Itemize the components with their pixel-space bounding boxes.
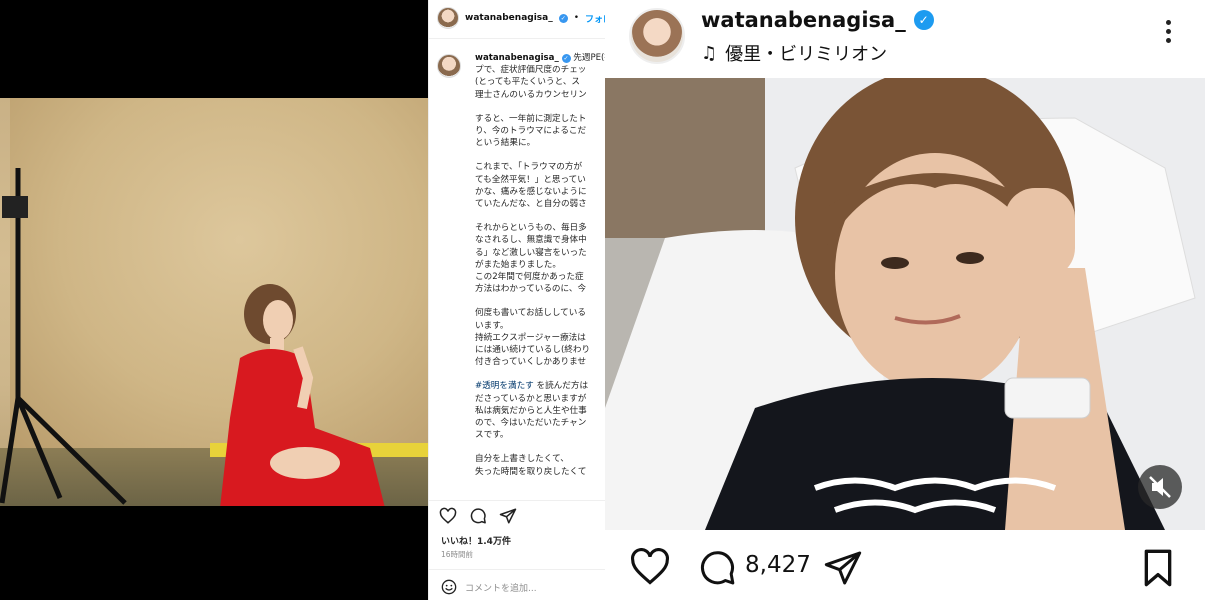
post-header: watanabenagisa_ ✓ • フォロ bbox=[437, 6, 605, 30]
caption-paragraph-2: すると、一年前に測定したト り、今のトラウマによるこだ という結果に。 bbox=[475, 113, 587, 149]
bookmark-icon[interactable] bbox=[1141, 548, 1175, 588]
studio-photo bbox=[0, 98, 428, 506]
more-options-icon[interactable] bbox=[1163, 20, 1173, 50]
verified-badge-icon: ✓ bbox=[561, 54, 571, 63]
caption-paragraph-7: 自分を上書きしたくて、 失った時間を取り戻したくて bbox=[475, 454, 587, 477]
comment-icon[interactable] bbox=[469, 507, 487, 525]
post-actions-bar: 8,427 bbox=[605, 530, 1205, 600]
likes-count[interactable]: いいね！1.4万件 bbox=[441, 534, 511, 547]
heart-icon[interactable] bbox=[629, 548, 671, 586]
music-row[interactable]: ♫ 優里・ビリミリオン bbox=[701, 40, 887, 66]
share-icon[interactable] bbox=[823, 548, 863, 588]
mobile-post-panel: watanabenagisa_ ✓ ♫ 優里・ビリミリオン 8,427 bbox=[605, 0, 1205, 600]
divider bbox=[429, 38, 605, 39]
separator-dot: • bbox=[573, 13, 580, 23]
caption-paragraph-6: #透明を満たす を読んだ方は ださっているかと思いますが 私は病気だからと人生や… bbox=[475, 380, 605, 441]
caption-paragraph-4: それからというもの、毎日多 なされるし、無意識で身体中 る」など激しい寝言をいっ… bbox=[475, 223, 587, 295]
post-header: watanabenagisa_ ✓ ♫ 優里・ビリミリオン bbox=[605, 0, 1205, 78]
divider bbox=[429, 569, 605, 570]
action-icons bbox=[439, 507, 517, 525]
share-icon[interactable] bbox=[499, 507, 517, 525]
caption-paragraph-5: 何度も書いてお話ししている います。 持続エクスポージャー療法は には通い続けて… bbox=[475, 308, 591, 368]
caption-paragraph-1: watanabenagisa_ ✓ 先週PE(持続エ プで、症状評価尺度のチェッ… bbox=[475, 52, 605, 101]
comment-input[interactable]: コメントを追加... bbox=[441, 579, 537, 595]
caption-text: watanabenagisa_ ✓ 先週PE(持続エ プで、症状評価尺度のチェッ… bbox=[475, 52, 605, 490]
caption-avatar[interactable] bbox=[437, 54, 461, 78]
caption-paragraph-3: これまで、「トラウマの方が ても全然平気！」と思ってい かな、痛みを感じないよう… bbox=[475, 162, 587, 210]
woman-in-red-dress bbox=[220, 284, 385, 506]
music-title[interactable]: 優里・ビリミリオン bbox=[725, 40, 887, 66]
post-actions-bar: いいね！1.4万件 16時間前 コメントを追加... bbox=[429, 500, 605, 600]
comment-count[interactable]: 8,427 bbox=[745, 552, 811, 578]
hashtag-link[interactable]: #透明を満たす bbox=[475, 381, 534, 391]
mute-icon[interactable] bbox=[1138, 465, 1182, 509]
username[interactable]: watanabenagisa_ bbox=[465, 13, 553, 23]
hospital-selfie-image bbox=[605, 78, 1205, 530]
post-detail-panel: watanabenagisa_ ✓ • フォロ watanabenagisa_ … bbox=[428, 0, 605, 600]
music-note-icon: ♫ bbox=[701, 42, 718, 64]
screenshot-collage: watanabenagisa_ ✓ • フォロ watanabenagisa_ … bbox=[0, 0, 1205, 600]
post-photo bbox=[605, 78, 1205, 530]
verified-badge-icon: ✓ bbox=[913, 10, 934, 30]
heart-icon[interactable] bbox=[439, 507, 457, 525]
post-timestamp: 16時間前 bbox=[441, 550, 474, 559]
comment-placeholder[interactable]: コメントを追加... bbox=[465, 581, 537, 594]
verified-badge-icon: ✓ bbox=[558, 13, 568, 23]
avatar[interactable] bbox=[629, 8, 685, 64]
light-stand-icon bbox=[0, 168, 127, 505]
emoji-icon[interactable] bbox=[441, 579, 457, 595]
caption-username[interactable]: watanabenagisa_ bbox=[475, 53, 559, 63]
username-row: watanabenagisa_ ✓ bbox=[701, 8, 934, 32]
follow-button[interactable]: フォロ bbox=[585, 12, 605, 25]
avatar[interactable] bbox=[437, 7, 459, 29]
comment-icon[interactable] bbox=[697, 548, 737, 588]
username[interactable]: watanabenagisa_ bbox=[701, 8, 906, 32]
left-photo-panel bbox=[0, 0, 428, 600]
